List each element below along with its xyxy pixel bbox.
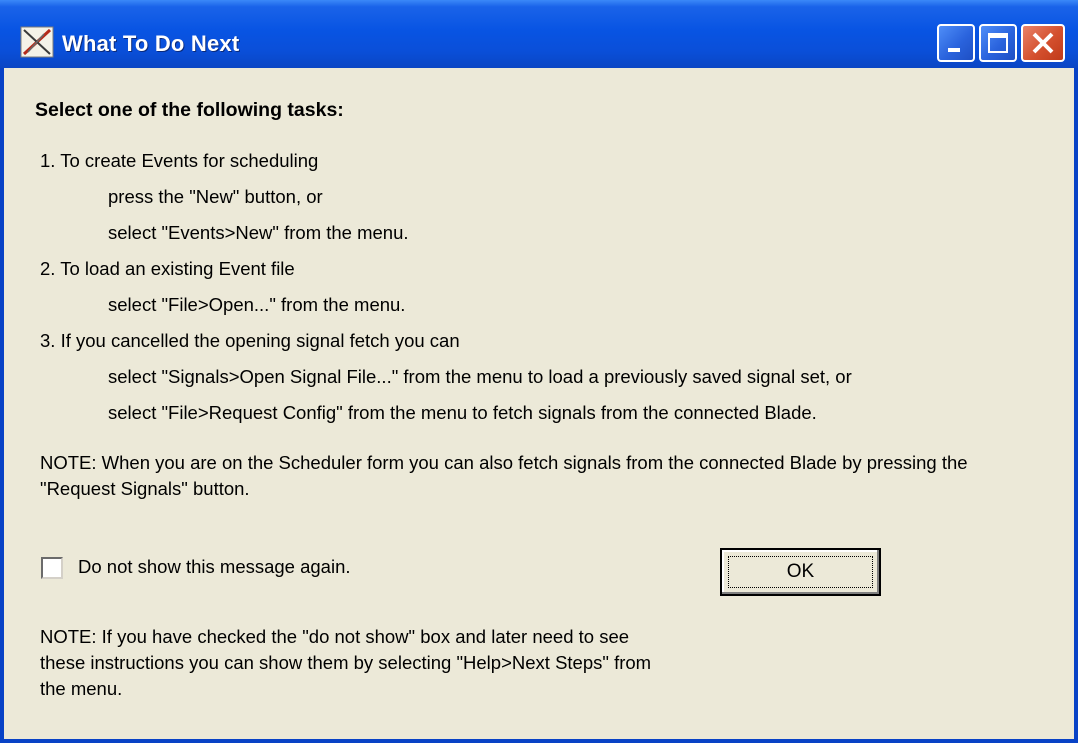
do-not-show-label[interactable]: Do not show this message again. (78, 556, 351, 578)
window-title: What To Do Next (62, 31, 240, 56)
scheduler-app-icon (20, 26, 54, 58)
instructions-heading: Select one of the following tasks: (35, 99, 344, 121)
task-2-step-1: select "File>Open..." from the menu. (108, 294, 406, 315)
task-1-title: 1. To create Events for scheduling (40, 150, 319, 171)
minimize-button[interactable] (937, 24, 975, 62)
task-3-title: 3. If you cancelled the opening signal f… (40, 330, 460, 351)
help-note: NOTE: If you have checked the "do not sh… (40, 626, 652, 699)
ok-button-label: OK (786, 561, 815, 582)
task-3-step-1: select "Signals>Open Signal File..." fro… (108, 366, 852, 387)
task-2-title: 2. To load an existing Event file (40, 258, 295, 279)
maximize-button[interactable] (979, 24, 1017, 62)
maximize-icon (988, 33, 1008, 53)
scheduler-note: NOTE: When you are on the Scheduler form… (40, 452, 968, 499)
minimize-icon (948, 48, 960, 52)
task-3-step-2: select "File>Request Config" from the me… (108, 402, 817, 423)
dialog-content: Select one of the following tasks: 1. To… (4, 68, 1074, 739)
task-1-step-1: press the "New" button, or (108, 186, 323, 207)
task-1-step-2: select "Events>New" from the menu. (108, 222, 409, 243)
do-not-show-checkbox[interactable] (41, 557, 63, 579)
dialog-window: What To Do Next Select one of the follow… (0, 0, 1078, 743)
title-bar[interactable]: What To Do Next (0, 0, 1078, 68)
ok-button[interactable]: OK (720, 548, 881, 596)
close-icon (1032, 32, 1054, 54)
close-button[interactable] (1021, 24, 1065, 62)
